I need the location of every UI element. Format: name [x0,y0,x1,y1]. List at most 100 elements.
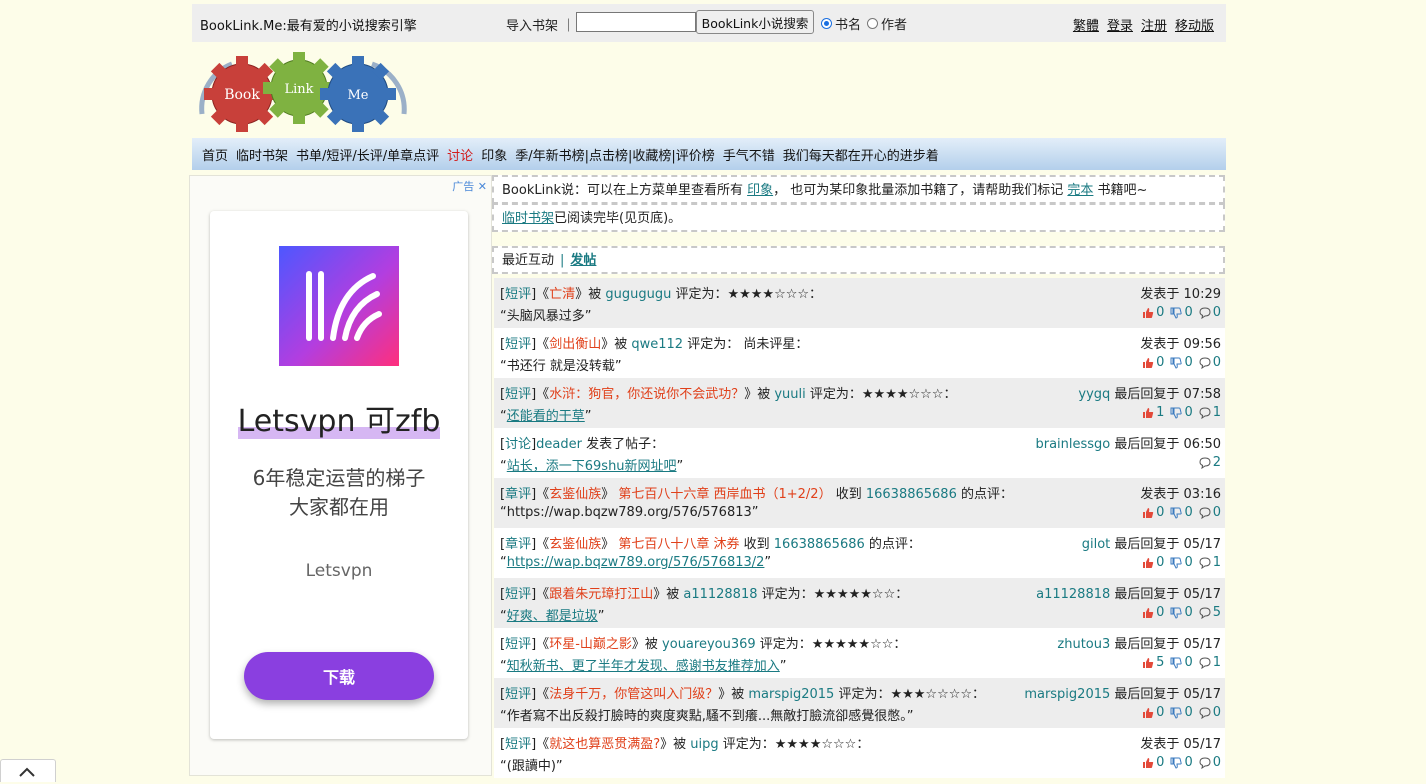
close-icon[interactable]: ✕ [478,180,487,193]
comment-icon[interactable] [1199,405,1211,420]
thumb-down-icon[interactable] [1170,305,1183,320]
search-input[interactable] [576,12,696,32]
nav-impressions[interactable]: 印象 [481,145,507,164]
link-mobile[interactable]: 移动版 [1175,15,1214,34]
book-title-link[interactable]: 跟着朱元璋打江山 [549,587,653,602]
link-register[interactable]: 注册 [1141,15,1167,34]
comment-icon[interactable] [1199,305,1211,320]
feed-line-1: [短评]《跟着朱元璋打江山》被 a11128818 评定为：★★★★★☆☆： [500,587,909,602]
comment-icon[interactable] [1199,755,1211,770]
post-link[interactable]: 还能看的干草 [507,409,585,424]
comment-icon[interactable] [1199,555,1211,570]
nav-lucky[interactable]: 手气不错 [723,145,775,164]
thumb-up-icon[interactable] [1142,405,1154,420]
thumb-up-icon[interactable] [1142,555,1154,570]
comment-icon[interactable] [1199,355,1211,370]
user-link[interactable]: marspig2015 [748,687,834,702]
post-link[interactable]: 站长，添一下69shu新网址吧 [507,459,677,474]
comment-icon[interactable] [1199,655,1211,670]
nav-home[interactable]: 首页 [202,145,228,164]
user-link[interactable]: a11128818 [683,587,757,602]
user-link[interactable]: gugugugu [605,287,671,302]
book-title-link[interactable]: 环星-山巅之影 [549,637,632,652]
thumb-down-icon[interactable] [1170,705,1183,720]
feed-line-2: “作者寫不出反殺打臉時的爽度爽點,騷不到癢...無敵打臉流卻感覺很憋。” [500,709,914,724]
ad-tag[interactable]: 广告 ✕ [452,178,487,194]
import-bookshelf-link[interactable]: 导入书架 ｜ [506,15,575,34]
user-link[interactable]: youareyou369 [662,637,756,652]
thumb-down-icon[interactable] [1170,505,1183,520]
book-title-link[interactable]: 玄鉴仙族 [549,537,601,552]
book-title-link[interactable]: 亡清 [549,287,575,302]
thumb-up-icon[interactable] [1142,705,1154,720]
reply-user-link[interactable]: brainlessgo [1035,437,1110,452]
reply-user-link[interactable]: marspig2015 [1024,687,1110,702]
thumb-up-icon[interactable] [1142,355,1154,370]
temp-shelf-link[interactable]: 临时书架 [502,211,554,226]
radio-book-title[interactable] [821,18,832,29]
user-link[interactable]: uipg [690,737,718,752]
user-link[interactable]: 16638865686 [774,537,865,552]
thumb-down-icon[interactable] [1170,755,1183,770]
reply-user-link[interactable]: zhutou3 [1057,637,1110,652]
new-post-link[interactable]: 发帖 [570,253,596,268]
chapter-link[interactable]: 第七百八十六章 西岸血书（1+2/2） [618,487,831,502]
post-link[interactable]: 好爽、都是垃圾 [507,609,598,624]
reply-user-link[interactable]: yygq [1078,387,1110,402]
thumb-down-icon[interactable] [1170,355,1183,370]
book-title-link[interactable]: 就这也算恶贯满盈? [549,737,660,752]
thumb-down-icon[interactable] [1170,555,1183,570]
thumb-up-icon[interactable] [1142,305,1154,320]
link-traditional[interactable]: 繁體 [1073,15,1099,34]
reply-user-link[interactable]: a11128818 [1036,587,1110,602]
type-link[interactable]: 章评 [505,487,531,502]
type-link[interactable]: 短评 [505,687,531,702]
nav-rankings[interactable]: 季/年新书榜|点击榜|收藏榜|评价榜 [515,145,715,164]
book-title-link[interactable]: 水浒：狗官，你还说你不会武功？ [549,387,744,402]
type-link[interactable]: 短评 [505,637,531,652]
radio-author[interactable] [867,18,879,29]
link-login[interactable]: 登录 [1107,15,1133,34]
nav-temp-shelf[interactable]: 临时书架 [236,145,288,164]
type-link[interactable]: 短评 [505,587,531,602]
thumb-down-icon[interactable] [1170,605,1183,620]
feed-meta: brainlessgo 最后回复于 06:50 [1035,433,1221,452]
user-link[interactable]: yuuli [774,387,805,402]
thumb-up-icon[interactable] [1142,505,1154,520]
search-button[interactable]: BookLink小说搜索 [696,10,814,34]
thumb-up-icon[interactable] [1142,655,1154,670]
thumb-down-icon[interactable] [1170,405,1183,420]
user-link[interactable]: deader [536,437,582,452]
ad-card[interactable]: Letsvpn 可zfb 6年稳定运营的梯子 大家都在用 Letsvpn 下载 [210,211,468,739]
thumb-up-icon[interactable] [1142,755,1154,770]
reply-user-link[interactable]: gilot [1082,537,1111,552]
chapter-link[interactable]: 第七百八十八章 沐券 [618,537,739,552]
thumb-down-icon[interactable] [1170,655,1183,670]
completed-link[interactable]: 完本 [1067,183,1093,198]
thumb-up-icon[interactable] [1142,605,1154,620]
impressions-link[interactable]: 印象 [747,183,773,198]
type-link[interactable]: 章评 [505,537,531,552]
comment-icon[interactable] [1199,505,1211,520]
type-link[interactable]: 短评 [505,287,531,302]
comment-icon[interactable] [1199,705,1211,720]
type-link[interactable]: 短评 [505,737,531,752]
site-logo[interactable]: Book Link Me [192,42,1226,138]
ad-download-button[interactable]: 下载 [244,652,434,700]
feed-row: [短评]《跟着朱元璋打江山》被 a11128818 评定为：★★★★★☆☆： “好… [494,578,1225,628]
post-link[interactable]: 知秋新书、更了半年才发现、感谢书友推荐加入 [507,659,780,674]
nav-discussion[interactable]: 讨论 [447,145,473,164]
nav-reviews[interactable]: 书单/短评/长评/单章点评 [296,145,439,164]
book-title-link[interactable]: 剑出衡山 [549,337,601,352]
book-title-link[interactable]: 玄鉴仙族 [549,487,601,502]
nav-progress[interactable]: 我们每天都在开心的进步着 [783,145,939,164]
comment-icon[interactable] [1199,455,1211,470]
type-link[interactable]: 讨论 [505,437,531,452]
type-link[interactable]: 短评 [505,337,531,352]
user-link[interactable]: qwe112 [631,337,683,352]
type-link[interactable]: 短评 [505,387,531,402]
comment-icon[interactable] [1199,605,1211,620]
post-link[interactable]: https://wap.bqzw789.org/576/576813/2 [507,555,765,570]
user-link[interactable]: 16638865686 [866,487,957,502]
book-title-link[interactable]: 法身千万，你管这叫入门级？ [549,687,718,702]
